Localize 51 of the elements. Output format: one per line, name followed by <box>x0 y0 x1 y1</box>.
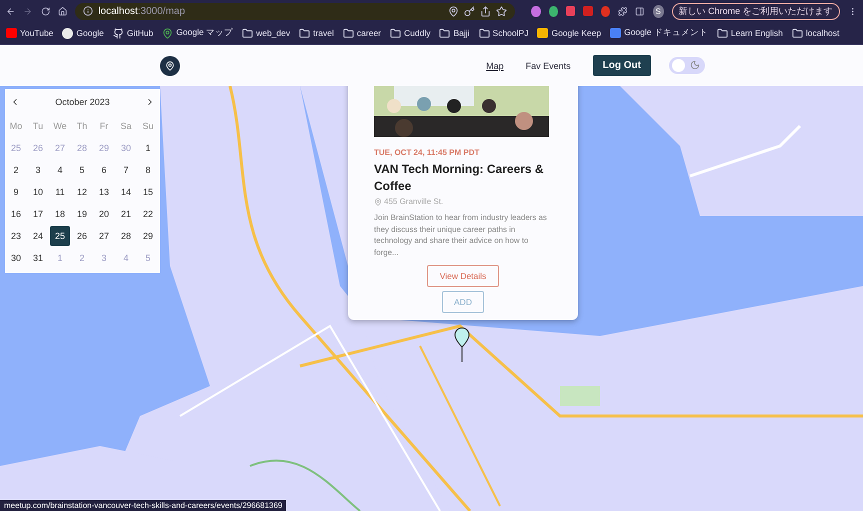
bookmark-item[interactable]: web_dev <box>242 28 290 38</box>
folder-icon <box>792 28 803 38</box>
home-icon[interactable] <box>58 6 68 16</box>
update-chrome-button[interactable]: 新しい Chrome をご利用いただけます <box>672 2 840 20</box>
nav-link[interactable]: Fav Events <box>526 60 571 70</box>
bookmark-item[interactable]: localhost <box>792 28 840 38</box>
document-icon <box>610 28 622 38</box>
bookmark-item[interactable]: travel <box>299 28 334 38</box>
extension-icon[interactable] <box>600 6 610 16</box>
share-icon[interactable] <box>480 6 492 16</box>
folder-icon <box>342 28 354 38</box>
puzzle-icon[interactable] <box>618 6 628 16</box>
folder-icon <box>242 28 254 38</box>
video-icon <box>6 28 17 38</box>
forward-icon[interactable] <box>23 6 33 16</box>
key-icon[interactable] <box>464 6 476 16</box>
bookmark-item[interactable]: Google ドキュメント <box>610 27 708 39</box>
note-icon <box>537 28 548 38</box>
bookmark-star-icon[interactable] <box>496 6 508 16</box>
location-icon[interactable] <box>448 6 460 16</box>
bookmark-item[interactable]: career <box>342 28 381 38</box>
bookmark-item[interactable]: Google <box>62 28 104 38</box>
back-icon[interactable] <box>6 6 16 16</box>
moon-icon <box>690 60 700 70</box>
map-pin-icon <box>162 28 174 38</box>
folder-icon <box>478 28 490 38</box>
bookmark-item[interactable]: Google Keep <box>537 28 602 38</box>
info-icon <box>83 6 94 16</box>
logout-button[interactable]: Log Out <box>592 55 651 76</box>
bookmark-item[interactable]: YouTube <box>6 28 54 38</box>
logo-icon[interactable] <box>160 56 180 76</box>
bookmark-item[interactable]: Google マップ <box>162 27 234 39</box>
side-panel-icon[interactable] <box>635 6 645 16</box>
url-text: localhost:3000/map <box>98 6 186 16</box>
extension-icon[interactable] <box>548 6 558 16</box>
bookmark-item[interactable]: Cuddly <box>390 28 430 38</box>
reload-icon[interactable] <box>40 6 50 16</box>
address-bar[interactable]: localhost:3000/map <box>75 2 516 20</box>
theme-toggle[interactable] <box>669 57 705 74</box>
bookmark-item[interactable]: Bajji <box>439 28 470 38</box>
profile-avatar[interactable]: S <box>652 4 664 18</box>
bookmark-item[interactable]: SchoolPJ <box>478 28 528 38</box>
bookmark-item[interactable]: GitHub <box>112 28 154 38</box>
extension-icon[interactable] <box>531 6 541 16</box>
folder-icon <box>390 28 401 38</box>
nav-link[interactable]: Map <box>486 60 504 70</box>
folder-icon <box>439 28 450 38</box>
bookmark-item[interactable]: Learn English <box>716 28 783 38</box>
folder-icon <box>716 28 728 38</box>
folder-icon <box>299 28 310 38</box>
cat-icon <box>112 28 124 38</box>
